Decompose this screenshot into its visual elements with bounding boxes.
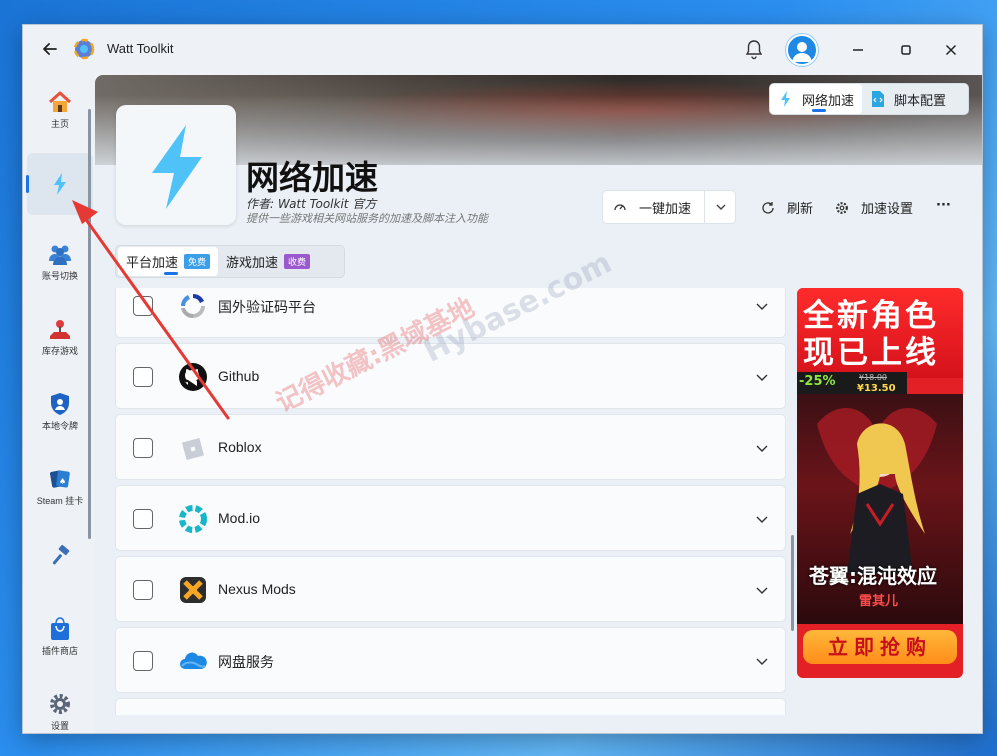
speedometer-icon: [614, 204, 626, 211]
nexus-mods-icon: [180, 577, 206, 603]
lightning-icon: [781, 91, 790, 107]
app-window: Watt Toolkit 主页 账号切换 库存游戏 本地令牌 ♠ Steam 挂…: [22, 24, 983, 734]
sidebar: 主页 账号切换 库存游戏 本地令牌 ♠ Steam 挂卡 插件商店 设置: [23, 75, 95, 733]
discount-label: -25%: [799, 374, 836, 389]
sidebar-scrollbar[interactable]: [88, 109, 91, 539]
list-item[interactable]: Github: [115, 343, 786, 409]
page-description: 提供一些游戏相关网站服务的加速及脚本注入功能: [246, 212, 488, 225]
sidebar-item-home[interactable]: 主页: [27, 81, 93, 143]
old-price: ¥18.00: [859, 373, 887, 382]
svg-text:♠: ♠: [59, 477, 66, 486]
shopping-bag-icon: [51, 617, 69, 640]
arrow-left-icon: [43, 43, 57, 55]
minimize-icon: [853, 49, 863, 51]
page-title: 网络加速: [246, 158, 378, 197]
list-item[interactable]: Mod.io: [115, 485, 786, 551]
active-indicator: [26, 175, 29, 193]
app-title: Watt Toolkit: [107, 41, 174, 56]
home-icon: [48, 91, 72, 112]
main-content: 网络加速 脚本配置 网络加速 作者: Watt Toolkit 官方 提供一些游…: [95, 75, 982, 733]
quick-accelerate-dropdown[interactable]: [713, 199, 729, 215]
list-item[interactable]: [115, 698, 786, 715]
github-icon: [179, 363, 207, 391]
title-bar: Watt Toolkit: [23, 25, 982, 75]
list-item[interactable]: Roblox: [115, 414, 786, 480]
chevron-down-icon: [756, 303, 768, 310]
roblox-icon: [181, 437, 205, 461]
service-checkbox[interactable]: [133, 296, 153, 316]
close-button[interactable]: [940, 39, 962, 61]
shield-user-icon: [51, 393, 69, 415]
list-item[interactable]: 国外验证码平台: [115, 288, 786, 338]
paid-badge: 收费: [284, 254, 311, 269]
service-checkbox[interactable]: [133, 580, 153, 600]
promo-game-title: 苍翼:混沌效应: [809, 564, 937, 588]
cloud-drive-icon: [180, 652, 207, 669]
cards-icon: ♠: [50, 470, 70, 488]
buy-now-button[interactable]: 立即抢购: [803, 630, 957, 664]
list-item[interactable]: 网盘服务: [115, 627, 786, 693]
list-item[interactable]: Nexus Mods: [115, 556, 786, 622]
user-avatar-icon: [792, 42, 812, 62]
sidebar-item-network-accelerate[interactable]: [27, 153, 93, 215]
maximize-icon: [901, 45, 911, 55]
refresh-icon: [762, 201, 774, 214]
gear-icon: [836, 201, 848, 214]
list-scrollbar[interactable]: [791, 535, 794, 631]
lightning-icon: [152, 125, 202, 209]
recaptcha-icon: [180, 293, 205, 319]
minimize-button[interactable]: [847, 39, 869, 61]
chevron-down-icon: [756, 658, 768, 665]
close-icon: [945, 44, 957, 56]
free-badge: 免费: [184, 254, 211, 269]
joystick-icon: [50, 320, 70, 339]
sidebar-item-account-switch[interactable]: 账号切换: [27, 233, 93, 295]
category-tab-bar: 平台加速 免费 游戏加速 收费: [115, 245, 345, 278]
accelerate-settings-button[interactable]: 加速设置: [835, 198, 913, 217]
chevron-down-icon: [756, 374, 768, 381]
notification-button[interactable]: [744, 39, 764, 61]
tab-script-config[interactable]: 脚本配置: [862, 84, 954, 114]
back-button[interactable]: [39, 38, 61, 60]
users-icon: [49, 245, 71, 265]
sidebar-item-plugin-store[interactable]: 插件商店: [27, 608, 93, 670]
service-checkbox[interactable]: [133, 438, 153, 458]
hammer-icon: [52, 544, 70, 565]
user-avatar[interactable]: [786, 34, 818, 66]
chevron-down-icon: [756, 587, 768, 594]
chevron-down-icon: [756, 445, 768, 452]
tab-game-accelerate[interactable]: 游戏加速 收费: [218, 247, 318, 276]
service-checkbox[interactable]: [133, 509, 153, 529]
promo-banner[interactable]: 全新角色 现已上线 -25% ¥18.00 ¥13.50 苍翼:混沌效应 雷其儿…: [797, 288, 963, 678]
service-list: 国外验证码平台 Github Roblox Mod.io Nexus Mods …: [115, 288, 786, 715]
lightning-icon: [54, 173, 66, 195]
promo-character: 雷其儿: [859, 594, 899, 609]
chevron-down-icon: [756, 516, 768, 523]
sidebar-item-tools[interactable]: [27, 533, 93, 573]
modio-icon: [179, 505, 207, 533]
quick-accelerate-button[interactable]: 一键加速: [602, 190, 736, 224]
sidebar-item-inventory-games[interactable]: 库存游戏: [27, 308, 93, 370]
feature-icon-tile: [116, 105, 236, 225]
more-button[interactable]: ···: [936, 198, 951, 213]
tab-platform-accelerate[interactable]: 平台加速 免费: [118, 247, 219, 276]
top-tab-bar: 网络加速 脚本配置: [769, 83, 969, 115]
watt-toolkit-logo-icon: [73, 38, 95, 60]
tab-network-accelerate[interactable]: 网络加速: [770, 84, 863, 114]
refresh-button[interactable]: 刷新: [761, 198, 813, 217]
bell-icon: [745, 40, 763, 60]
chevron-down-icon: [716, 204, 726, 210]
gear-icon: [50, 694, 70, 714]
new-price: ¥13.50: [857, 383, 896, 394]
maximize-button[interactable]: [895, 39, 917, 61]
sidebar-item-steam-idle[interactable]: ♠ Steam 挂卡: [27, 458, 93, 520]
service-checkbox[interactable]: [133, 367, 153, 387]
sidebar-item-settings[interactable]: 设置: [27, 683, 93, 733]
sidebar-item-local-token[interactable]: 本地令牌: [27, 383, 93, 445]
service-checkbox[interactable]: [133, 651, 153, 671]
script-file-icon: [872, 91, 885, 107]
